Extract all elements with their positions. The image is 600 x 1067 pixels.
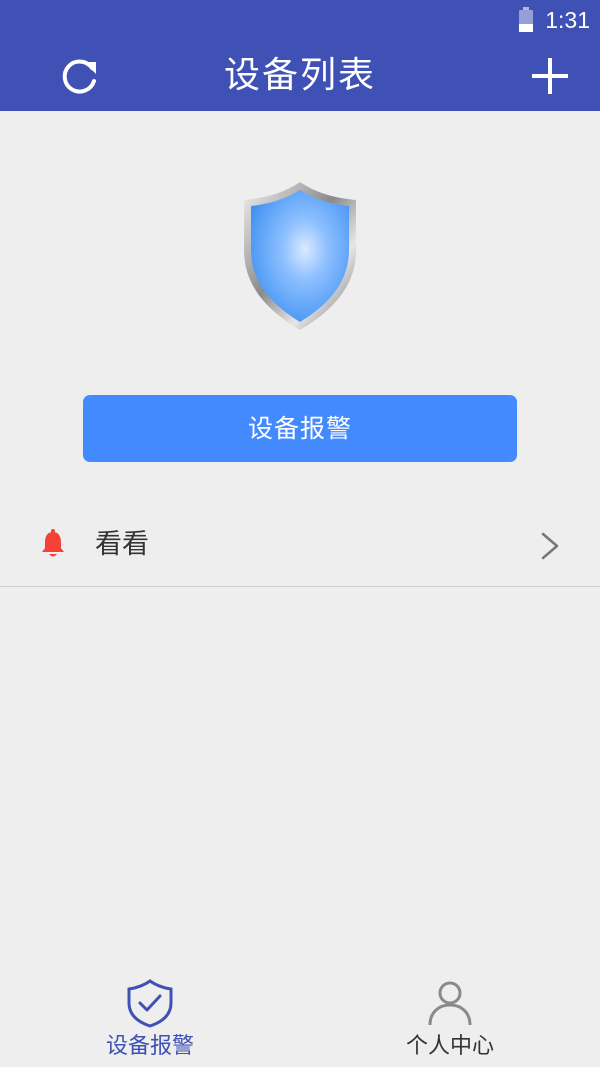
device-alarm-button[interactable]: 设备报警: [83, 395, 517, 462]
status-time: 1:31: [545, 7, 590, 33]
tab-personal-center[interactable]: 个人中心: [300, 970, 600, 1067]
page-title: 设备列表: [223, 55, 376, 96]
plus-icon: [532, 58, 568, 94]
battery-icon: [519, 7, 533, 32]
device-name: 看看: [95, 529, 149, 560]
nav-label: 设备报警: [105, 1034, 194, 1059]
bottom-nav: 设备报警 个人中心: [0, 970, 600, 1067]
shield-icon: [244, 182, 356, 330]
chevron-right-icon: [541, 532, 559, 560]
add-device-button[interactable]: [530, 56, 570, 96]
screen: 1:31 设备列表 设备报警 看看 设备报警 个人中心: [0, 0, 600, 1067]
status-bar: 1:31: [0, 0, 600, 40]
user-icon: [428, 981, 472, 1026]
bell-icon: [42, 529, 64, 557]
tab-device-alarm[interactable]: 设备报警: [0, 970, 300, 1067]
shield-check-icon: [127, 979, 173, 1028]
list-item[interactable]: 看看: [0, 505, 600, 587]
app-bar: 设备列表: [0, 40, 600, 111]
nav-label: 个人中心: [405, 1034, 494, 1059]
